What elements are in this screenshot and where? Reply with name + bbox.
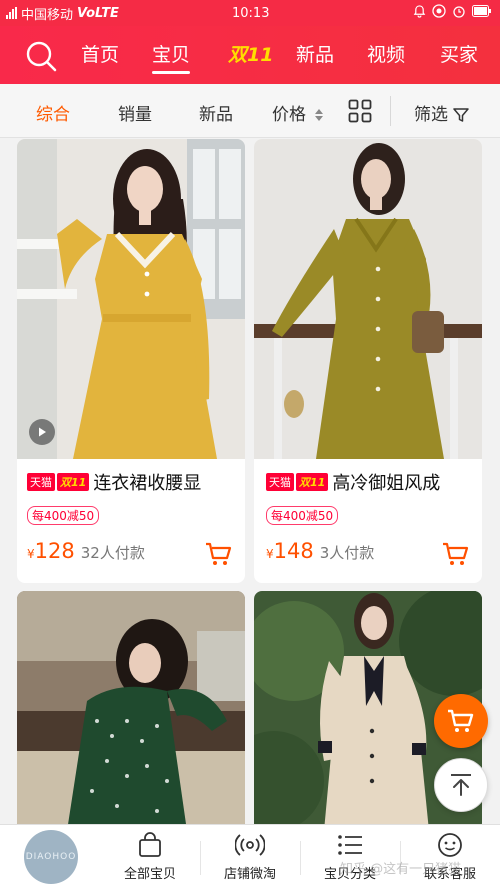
product-image[interactable] [17,139,245,459]
filter-button[interactable]: 筛选 [414,100,470,125]
product-card[interactable] [17,591,245,831]
sort-new[interactable]: 新品 [199,100,233,125]
shop-bottom-bar: DIAOHOO 全部宝贝 店铺微淘 宝贝分类 联系客服 [0,824,500,888]
tmall-badge: 天猫 [266,473,294,491]
battery-icon [472,5,492,21]
add-to-cart-icon[interactable] [205,541,233,567]
target-icon [432,4,446,22]
product-title[interactable]: 连衣裙收腰显 [93,473,201,494]
double11-badge: 双11 [296,473,329,491]
add-to-cart-icon[interactable] [442,541,470,567]
paid-count: 32人付款 [80,544,145,562]
sort-price[interactable]: 价格 [272,100,324,125]
sort-bar: 综合 销量 新品 价格 筛选 [0,84,500,138]
search-icon[interactable] [24,39,58,73]
product-image[interactable] [17,591,245,831]
shopping-bag-icon [105,831,195,859]
tab-buyers[interactable]: 买家 [440,40,478,67]
broadcast-icon [205,831,295,859]
sort-price-label: 价格 [272,105,306,125]
watermark-text: 知乎 @这有一只猪猫 [340,862,462,877]
shop-feed-label: 店铺微淘 [223,867,276,882]
bell-icon [413,4,426,22]
cart-icon [448,709,474,732]
tab-products[interactable]: 宝贝 [152,40,191,74]
shop-logo[interactable]: DIAOHOO [24,830,78,884]
status-bar: 中国移动 VoLTE 10:13 [0,0,500,26]
currency-symbol: ¥ [266,547,274,561]
grid-view-icon[interactable] [348,99,372,127]
network-label: VoLTE [77,5,119,21]
tab-new[interactable]: 新品 [296,40,334,67]
filter-label: 筛选 [414,105,448,125]
all-products-label: 全部宝贝 [123,867,176,882]
sort-divider [390,96,391,126]
floating-cart-button[interactable] [434,694,488,748]
promo-tag: 每400减50 [266,506,339,525]
product-card[interactable]: 天猫 双11 连衣裙收腰显 每400减50 ¥128 32人付款 [17,139,245,583]
tab-double11[interactable]: 双11 [228,40,273,67]
price-value: 128 [34,539,75,563]
tab-video[interactable]: 视频 [367,40,405,67]
arrow-up-icon [451,774,471,796]
alarm-icon [452,4,466,22]
chat-face-icon [405,831,495,859]
video-play-icon[interactable] [29,419,55,445]
sort-arrows-icon [315,109,324,121]
paid-count: 3人付款 [319,544,375,562]
filter-icon [453,108,470,122]
double11-badge: 双11 [57,473,90,491]
shop-feed-button[interactable]: 店铺微淘 [205,831,295,882]
tab-home[interactable]: 首页 [81,40,119,67]
currency-symbol: ¥ [27,547,35,561]
product-image[interactable] [254,139,482,459]
bottom-divider [200,841,201,875]
promo-tag: 每400减50 [27,506,100,525]
shop-logo-text: DIAOHOO [25,852,77,862]
price-value: 148 [273,539,314,563]
sort-sales[interactable]: 销量 [118,100,152,125]
sort-overall[interactable]: 综合 [36,100,70,125]
list-icon [305,831,395,859]
back-to-top-button[interactable] [434,758,488,812]
tmall-badge: 天猫 [27,473,55,491]
product-card[interactable]: 天猫 双11 高冷御姐风成 每400减50 ¥148 3人付款 [254,139,482,583]
product-title[interactable]: 高冷御姐风成 [332,473,440,494]
carrier-label: 中国移动 [21,7,74,23]
signal-icon [6,7,17,19]
bottom-divider [300,841,301,875]
shop-nav-bar: 首页 宝贝 双11 新品 视频 买家 [0,26,500,84]
clock: 10:13 [232,5,270,21]
all-products-button[interactable]: 全部宝贝 [105,831,195,882]
